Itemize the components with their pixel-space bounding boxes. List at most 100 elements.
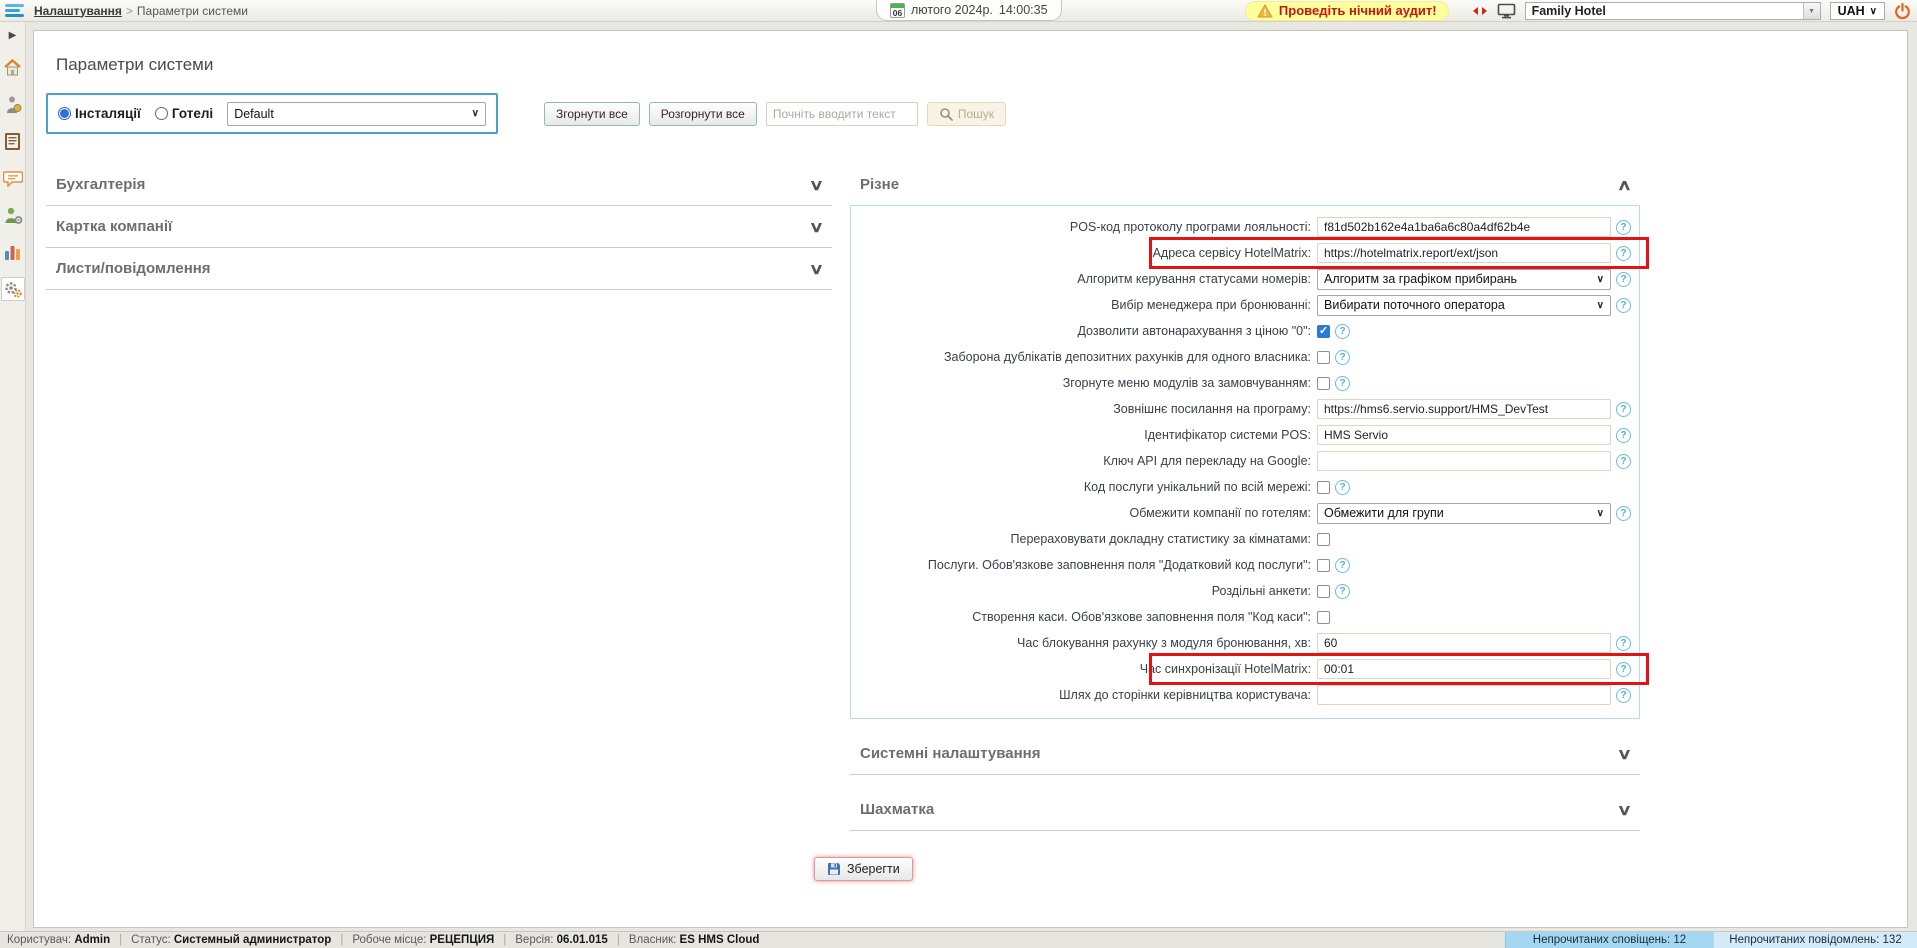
search-button[interactable]: Пошук bbox=[927, 102, 1006, 126]
unread-notifications-badge[interactable]: Непрочитаних сповіщень: 12 bbox=[1505, 932, 1713, 948]
section-header[interactable]: Бухгалтерія∨ bbox=[46, 164, 832, 206]
parameter-text-input[interactable] bbox=[1317, 659, 1611, 679]
parameter-checkbox[interactable] bbox=[1317, 351, 1330, 364]
help-icon[interactable]: ? bbox=[1616, 506, 1631, 521]
section-header[interactable]: Листи/повідомлення∨ bbox=[46, 248, 832, 290]
help-icon[interactable]: ? bbox=[1335, 376, 1350, 391]
save-row: Зберегти bbox=[814, 857, 1907, 881]
help-icon[interactable]: ? bbox=[1616, 272, 1631, 287]
help-icon[interactable]: ? bbox=[1616, 246, 1631, 261]
parameter-label: Перераховувати докладну статистику за кі… bbox=[855, 532, 1317, 546]
help-icon[interactable]: ? bbox=[1616, 454, 1631, 469]
help-icon[interactable]: ? bbox=[1616, 298, 1631, 313]
expand-all-button[interactable]: Розгорнути все bbox=[649, 102, 757, 126]
section-title: Бухгалтерія bbox=[56, 176, 145, 193]
parameter-text-input[interactable] bbox=[1317, 217, 1611, 237]
parameter-control: ? bbox=[1317, 350, 1635, 365]
collapse-all-button[interactable]: Згорнути все bbox=[544, 102, 640, 126]
radio-installations-dot[interactable] bbox=[58, 107, 71, 120]
page-title: Параметри системи bbox=[56, 55, 1907, 75]
parameter-control: Алгоритм за графіком прибирань∨? bbox=[1317, 269, 1635, 290]
parameter-checkbox[interactable] bbox=[1317, 611, 1330, 624]
parameter-select[interactable]: Обмежити для групи∨ bbox=[1317, 503, 1611, 524]
parameter-control: Вибирати поточного оператора∨? bbox=[1317, 295, 1635, 316]
radio-hotels[interactable]: Готелі bbox=[155, 106, 213, 121]
parameter-checkbox[interactable] bbox=[1317, 377, 1330, 390]
parameter-label: Час блокування рахунку з модуля бронюван… bbox=[855, 636, 1317, 650]
help-icon[interactable]: ? bbox=[1335, 324, 1350, 339]
parameter-row: Зовнішнє посилання на програму:? bbox=[855, 396, 1635, 422]
help-icon[interactable]: ? bbox=[1335, 584, 1350, 599]
parameter-label: Створення каси. Обов'язкове заповнення п… bbox=[855, 610, 1317, 624]
search-input[interactable] bbox=[766, 102, 918, 126]
save-button[interactable]: Зберегти bbox=[814, 857, 913, 881]
parameter-text-input[interactable] bbox=[1317, 425, 1611, 445]
help-icon[interactable]: ? bbox=[1616, 688, 1631, 703]
parameter-select-value: Вибирати поточного оператора bbox=[1324, 298, 1505, 312]
parameter-text-input[interactable] bbox=[1317, 399, 1611, 419]
section-header[interactable]: Системні налаштування∨ bbox=[850, 733, 1640, 775]
logout-power-icon[interactable] bbox=[1894, 3, 1911, 20]
workstation-icon[interactable] bbox=[1497, 3, 1516, 19]
help-icon[interactable]: ? bbox=[1335, 558, 1350, 573]
currency-select[interactable]: UAH ∨ bbox=[1830, 2, 1885, 20]
sidebar-item-settings-icon[interactable] bbox=[1, 277, 25, 301]
section-header[interactable]: Картка компанії∨ bbox=[46, 206, 832, 248]
radio-hotels-dot[interactable] bbox=[155, 107, 168, 120]
chevron-down-icon: ∨ bbox=[1617, 801, 1632, 819]
parameter-label: Шлях до сторінки керівництва користувача… bbox=[855, 688, 1317, 702]
profile-select[interactable]: Default ∨ bbox=[227, 102, 486, 126]
parameter-checkbox[interactable] bbox=[1317, 481, 1330, 494]
parameter-label: Час синхронізації HotelMatrix: bbox=[855, 662, 1317, 676]
app-menu-icon[interactable] bbox=[0, 0, 30, 22]
night-audit-warning[interactable]: Проведіть нічний аудит! bbox=[1245, 1, 1449, 21]
parameter-text-input[interactable] bbox=[1317, 685, 1611, 705]
status-badges: Непрочитаних сповіщень: 12 Непрочитаних … bbox=[1505, 932, 1917, 948]
parameter-select[interactable]: Вибирати поточного оператора∨ bbox=[1317, 295, 1611, 316]
parameter-control: ? bbox=[1317, 324, 1635, 339]
parameter-control: Обмежити для групи∨? bbox=[1317, 503, 1635, 524]
help-icon[interactable]: ? bbox=[1616, 636, 1631, 651]
sidebar-item-guest-icon[interactable] bbox=[1, 92, 25, 116]
unread-messages-badge[interactable]: Непрочитаних повідомлень: 132 bbox=[1713, 932, 1917, 948]
sidebar-item-reports-icon[interactable] bbox=[1, 240, 25, 264]
parameter-select[interactable]: Алгоритм за графіком прибирань∨ bbox=[1317, 269, 1611, 290]
sidebar-expand-icon[interactable]: ▶ bbox=[9, 30, 17, 41]
sidebar-item-home-icon[interactable] bbox=[1, 55, 25, 79]
parameter-label: Обмежити компанії по готелям: bbox=[855, 506, 1317, 520]
section-header[interactable]: Шахматка∨ bbox=[850, 789, 1640, 831]
parameter-checkbox[interactable] bbox=[1317, 559, 1330, 572]
hotel-select[interactable]: Family Hotel ▼ bbox=[1525, 2, 1821, 20]
sidebar-item-user-settings-icon[interactable] bbox=[1, 203, 25, 227]
time-text: 14:00:35 bbox=[999, 3, 1048, 17]
parameter-checkbox[interactable] bbox=[1317, 533, 1330, 546]
help-icon[interactable]: ? bbox=[1616, 428, 1631, 443]
parameter-text-input[interactable] bbox=[1317, 633, 1611, 653]
help-icon[interactable]: ? bbox=[1616, 402, 1631, 417]
system-parameters-panel: Параметри системи Інсталяції Готелі Defa… bbox=[33, 30, 1908, 928]
parameter-label: Ідентифікатор системи POS: bbox=[855, 428, 1317, 442]
chevron-down-icon: ∨ bbox=[1617, 745, 1632, 763]
help-icon[interactable]: ? bbox=[1335, 350, 1350, 365]
parameter-control: ? bbox=[1317, 685, 1635, 705]
status-separator: | bbox=[617, 934, 620, 946]
chevron-up-icon: ∧ bbox=[1617, 176, 1632, 194]
parameter-row: Ключ API для перекладу на Google:? bbox=[855, 448, 1635, 474]
parameter-text-input[interactable] bbox=[1317, 451, 1611, 471]
status-item: Версія: 06.01.015 bbox=[515, 934, 608, 946]
parameter-label: Алгоритм керування статусами номерів: bbox=[855, 272, 1317, 286]
sidebar-item-messages-icon[interactable] bbox=[1, 166, 25, 190]
radio-installations[interactable]: Інсталяції bbox=[58, 106, 141, 121]
sync-arrows-icon[interactable] bbox=[1472, 6, 1488, 16]
breadcrumb-settings-link[interactable]: Налаштування bbox=[34, 4, 122, 18]
status-bar: Користувач: Admin|Статус: Системный адми… bbox=[0, 931, 1917, 948]
sidebar-item-folio-icon[interactable] bbox=[1, 129, 25, 153]
help-icon[interactable]: ? bbox=[1616, 220, 1631, 235]
help-icon[interactable]: ? bbox=[1616, 662, 1631, 677]
parameter-text-input[interactable] bbox=[1317, 243, 1611, 263]
parameter-checkbox[interactable] bbox=[1317, 325, 1330, 338]
section-rizne-header[interactable]: Різне ∧ bbox=[850, 164, 1640, 206]
help-icon[interactable]: ? bbox=[1335, 480, 1350, 495]
parameter-checkbox[interactable] bbox=[1317, 585, 1330, 598]
datetime-display[interactable]: 06 лютого 2024р. 14:00:35 bbox=[876, 0, 1062, 21]
